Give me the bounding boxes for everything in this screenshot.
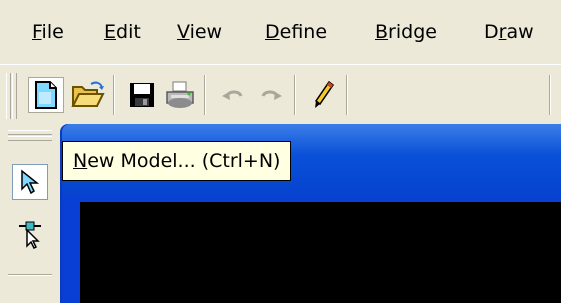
open-button[interactable]: [70, 77, 106, 113]
menu-edit-accel: E: [104, 21, 117, 43]
print-icon: [166, 81, 194, 108]
menu-edit-label: dit: [116, 21, 141, 43]
menu-draw[interactable]: Draw: [480, 16, 538, 48]
redo-icon: [261, 90, 282, 100]
pointer-icon: [21, 169, 40, 195]
new-model-icon: [35, 81, 57, 109]
pointer-button[interactable]: [12, 164, 48, 200]
redo-button[interactable]: [252, 77, 288, 113]
toolbar-grip-2: [12, 73, 17, 119]
menu-bridge[interactable]: Bridge: [371, 16, 441, 48]
menu-file-label: ile: [41, 21, 64, 43]
menu-edit[interactable]: Edit: [100, 16, 145, 48]
new-model-tooltip: New Model... (Ctrl+N): [62, 141, 292, 181]
toolbar-separator-4: [346, 75, 348, 115]
menu-bridge-label: ridge: [388, 21, 437, 43]
save-icon: [130, 83, 154, 107]
undo-icon: [222, 90, 243, 100]
menu-define-label: efine: [279, 21, 328, 43]
menu-view-accel: V: [177, 21, 190, 43]
left-toolbar: [0, 124, 58, 303]
reshape-button[interactable]: [12, 216, 48, 252]
left-toolbar-grip[interactable]: [8, 130, 52, 135]
save-button[interactable]: [124, 77, 160, 113]
undo-button[interactable]: [216, 77, 252, 113]
tooltip-text: ew Model... (Ctrl+N): [87, 150, 281, 172]
draw-button[interactable]: [305, 77, 341, 113]
menu-bridge-accel: B: [375, 21, 389, 43]
menu-file[interactable]: File: [28, 16, 68, 48]
menu-file-accel: F: [32, 21, 42, 43]
toolbar-separator: [113, 75, 115, 115]
open-folder-icon: [71, 81, 105, 107]
tooltip-accel: N: [73, 150, 88, 172]
main-toolbar: [0, 64, 561, 125]
menu-view[interactable]: View: [173, 16, 226, 48]
model-canvas[interactable]: [80, 202, 561, 303]
reshape-pointer-icon: [19, 221, 41, 249]
left-toolbar-grip-2: [8, 136, 52, 141]
toolbar-separator-2: [204, 75, 206, 115]
menu-view-label: iew: [189, 21, 223, 43]
menu-define-accel: D: [265, 21, 280, 43]
pencil-icon: [314, 80, 335, 108]
left-toolbar-separator: [8, 274, 52, 276]
new-model-button[interactable]: [28, 77, 64, 113]
menu-draw-label: aw: [506, 21, 534, 43]
toolbar-grip[interactable]: [6, 73, 11, 119]
toolbar-separator-3: [294, 75, 296, 115]
menu-define[interactable]: Define: [261, 16, 331, 48]
menu-bar: File Edit View Define Bridge Draw: [0, 0, 561, 64]
print-button[interactable]: [162, 77, 198, 113]
menu-draw-prefix: D: [484, 21, 499, 43]
toolbar-separator-5: [549, 75, 551, 115]
